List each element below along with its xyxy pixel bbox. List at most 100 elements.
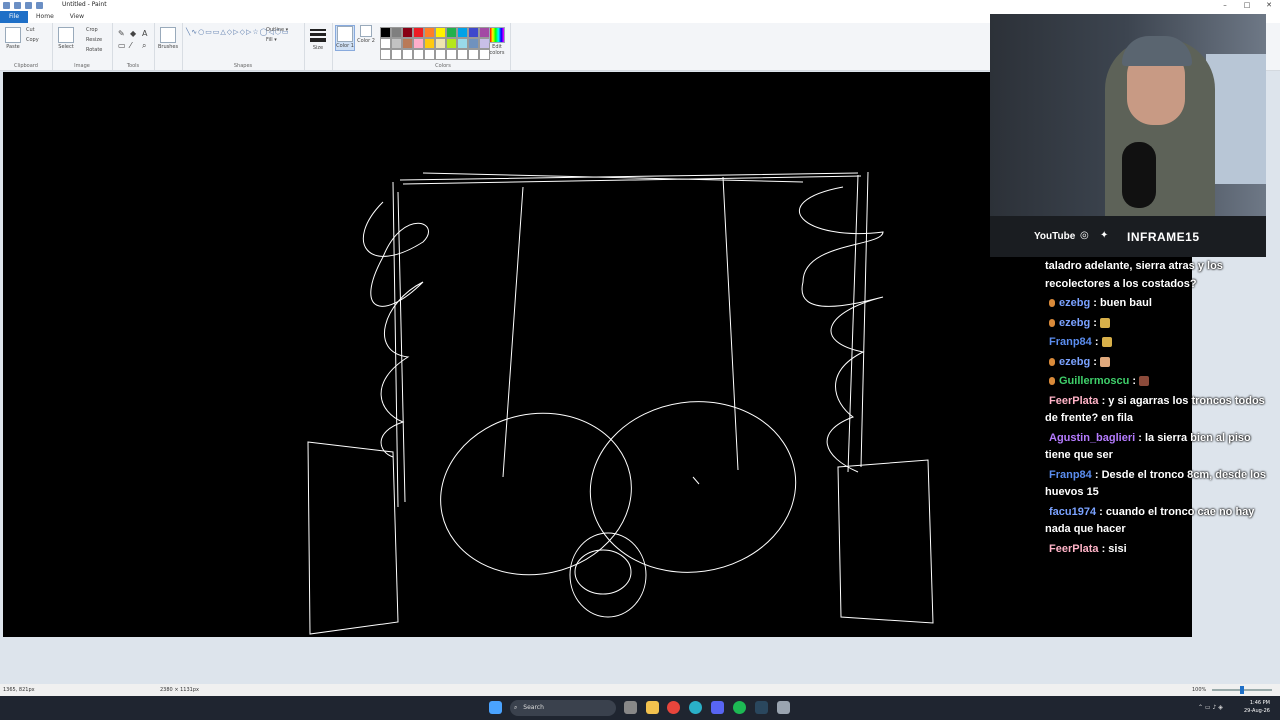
task-view-icon[interactable] bbox=[624, 701, 637, 714]
custom-color-swatch[interactable] bbox=[424, 49, 435, 60]
quick-access-toolbar bbox=[3, 2, 43, 9]
color-picker-icon[interactable]: ⁄ bbox=[130, 41, 131, 50]
fill-dropdown[interactable]: Fill ▾ bbox=[266, 37, 277, 43]
member-badge-icon bbox=[1049, 357, 1055, 366]
instagram-icon: ◎ bbox=[1080, 230, 1089, 241]
paste-label: Paste bbox=[6, 44, 20, 50]
close-button[interactable]: ✕ bbox=[1258, 0, 1280, 11]
color-swatch[interactable] bbox=[402, 27, 413, 38]
color-swatch[interactable] bbox=[468, 27, 479, 38]
redo-icon[interactable] bbox=[36, 2, 43, 9]
color-swatch[interactable] bbox=[380, 38, 391, 49]
color-swatch[interactable] bbox=[446, 27, 457, 38]
chat-emote-icon bbox=[1099, 317, 1110, 328]
search-icon: ⌕ bbox=[514, 704, 518, 711]
search-box[interactable]: ⌕ Search bbox=[510, 700, 616, 716]
color-swatch[interactable] bbox=[380, 27, 391, 38]
file-menu[interactable]: File bbox=[0, 11, 29, 23]
custom-color-swatch[interactable] bbox=[391, 49, 402, 60]
window-controls: – □ ✕ bbox=[1214, 0, 1280, 11]
color-swatch[interactable] bbox=[413, 38, 424, 49]
color-swatch[interactable] bbox=[435, 27, 446, 38]
color1-swatch bbox=[337, 26, 353, 42]
paint-taskbar-icon[interactable] bbox=[777, 701, 790, 714]
maximize-button[interactable]: □ bbox=[1236, 0, 1258, 11]
tab-home[interactable]: Home bbox=[28, 11, 62, 23]
outline-dropdown[interactable]: Outline ▾ bbox=[266, 27, 288, 33]
file-explorer-icon[interactable] bbox=[646, 701, 659, 714]
start-icon[interactable] bbox=[489, 701, 502, 714]
color-swatch[interactable] bbox=[424, 27, 435, 38]
color-swatch[interactable] bbox=[391, 38, 402, 49]
custom-color-swatch[interactable] bbox=[413, 49, 424, 60]
minimize-button[interactable]: – bbox=[1214, 0, 1236, 11]
chat-message: facu1974 : cuando el tronco cae no hay n… bbox=[1045, 504, 1270, 539]
image-group-label: Image bbox=[74, 63, 90, 69]
chat-username: Agustin_baglieri bbox=[1049, 431, 1136, 444]
size-button[interactable]: Size bbox=[310, 27, 326, 51]
save-icon[interactable] bbox=[14, 2, 21, 9]
colors-group: Edit colors Colors bbox=[376, 23, 511, 70]
webcam-window-light bbox=[1206, 54, 1266, 184]
text-tool-icon[interactable]: A bbox=[142, 29, 147, 38]
system-tray[interactable]: ⌃ ▭ ♪ ◈ bbox=[1198, 704, 1223, 711]
brushes-button[interactable]: Brushes bbox=[158, 27, 178, 50]
fill-bucket-icon[interactable]: ◆ bbox=[130, 29, 136, 38]
select-icon bbox=[58, 27, 74, 43]
chat-username: ezebg bbox=[1059, 316, 1091, 329]
spotify-icon[interactable] bbox=[733, 701, 746, 714]
magnifier-icon[interactable]: ⌕ bbox=[142, 41, 146, 51]
eraser-icon[interactable]: ▭ bbox=[118, 41, 126, 50]
color1-button[interactable]: Color 1 bbox=[335, 25, 355, 51]
cut-button[interactable]: Cut bbox=[26, 27, 35, 33]
crop-button[interactable]: Crop bbox=[86, 27, 98, 33]
paint-app-icon bbox=[3, 2, 10, 9]
edge-icon[interactable] bbox=[689, 701, 702, 714]
custom-color-swatch[interactable] bbox=[457, 49, 468, 60]
shapes-gallery[interactable]: ╲∿○▭▭△◇▷◇▷☆◯◁⬡▭ bbox=[186, 27, 289, 37]
chat-text: : sisi bbox=[1098, 542, 1127, 555]
custom-color-swatch[interactable] bbox=[435, 49, 446, 60]
custom-color-swatch[interactable] bbox=[380, 49, 391, 60]
resize-button[interactable]: Resize bbox=[86, 37, 102, 43]
taskbar: ⌕ Search ⌃ ▭ ♪ ◈ 1:46 PM 29-Aug-26 bbox=[0, 696, 1280, 720]
select-label: Select bbox=[58, 44, 74, 50]
discord-icon[interactable] bbox=[711, 701, 724, 714]
color-swatch[interactable] bbox=[457, 27, 468, 38]
edit-colors-button[interactable]: Edit colors bbox=[488, 27, 506, 56]
select-button[interactable]: Select bbox=[56, 27, 76, 50]
window-title: Untitled - Paint bbox=[62, 1, 107, 8]
tab-view[interactable]: View bbox=[62, 11, 92, 23]
custom-color-swatch[interactable] bbox=[402, 49, 413, 60]
color-swatch[interactable] bbox=[468, 38, 479, 49]
custom-color-swatch[interactable] bbox=[468, 49, 479, 60]
color2-button[interactable]: Color 2 bbox=[357, 25, 375, 44]
chat-username: Franp84 bbox=[1049, 468, 1092, 481]
chrome-icon[interactable] bbox=[667, 701, 680, 714]
channel-name: INFRAME15 bbox=[1127, 230, 1200, 244]
custom-color-swatch[interactable] bbox=[446, 49, 457, 60]
tools-group: ✎ ◆ A ▭ ⁄ ⌕ Tools bbox=[112, 23, 155, 70]
chat-text: : bbox=[1129, 375, 1140, 387]
rotate-button[interactable]: Rotate bbox=[86, 47, 102, 53]
color1-label: Color 1 bbox=[336, 43, 354, 49]
undo-icon[interactable] bbox=[25, 2, 32, 9]
color-swatch[interactable] bbox=[402, 38, 413, 49]
chat-emote-icon bbox=[1139, 376, 1150, 387]
clock[interactable]: 1:46 PM 29-Aug-26 bbox=[1244, 699, 1270, 715]
color-swatch[interactable] bbox=[446, 38, 457, 49]
copy-button[interactable]: Copy bbox=[26, 37, 39, 43]
webcam-overlay: YouTube ◎ ✦ INFRAME15 bbox=[990, 14, 1266, 257]
size-line-thin bbox=[310, 29, 326, 31]
member-badge-icon bbox=[1049, 299, 1055, 308]
zoom-slider-thumb[interactable] bbox=[1240, 686, 1244, 694]
color-swatch[interactable] bbox=[391, 27, 402, 38]
pencil-icon[interactable]: ✎ bbox=[118, 29, 125, 38]
paste-button[interactable]: Paste bbox=[4, 27, 22, 50]
chat-username: ezebg bbox=[1059, 297, 1091, 309]
color-swatch[interactable] bbox=[457, 38, 468, 49]
color-swatch[interactable] bbox=[424, 38, 435, 49]
steam-icon[interactable] bbox=[755, 701, 768, 714]
color-swatch[interactable] bbox=[435, 38, 446, 49]
color-swatch[interactable] bbox=[413, 27, 424, 38]
